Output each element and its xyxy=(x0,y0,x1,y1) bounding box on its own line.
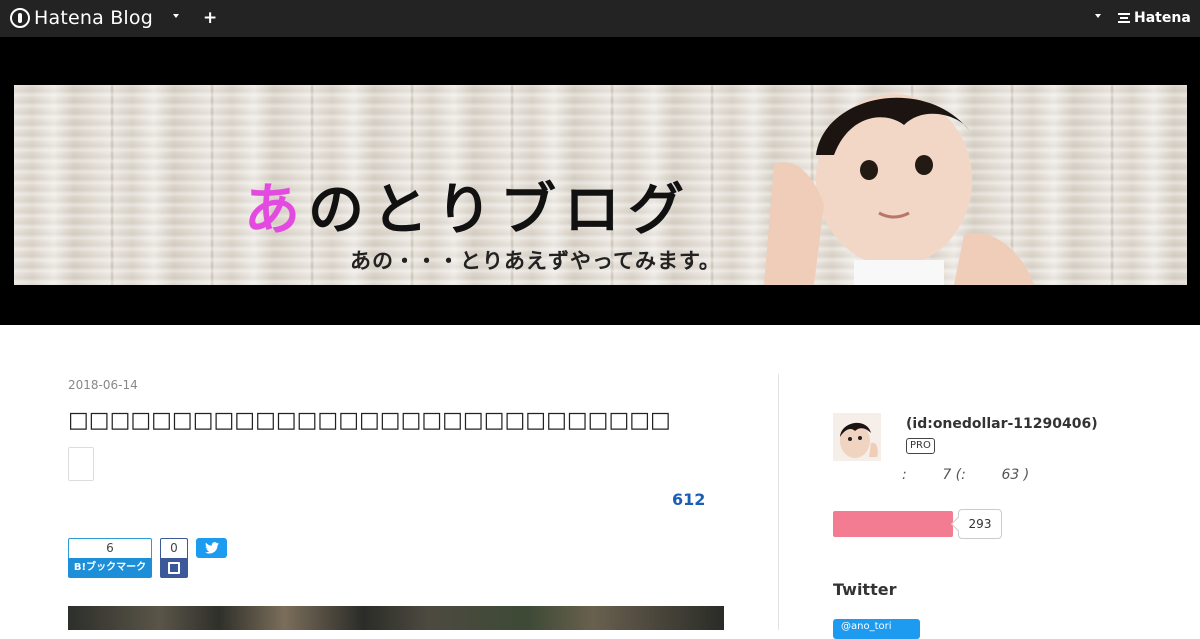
post-photo[interactable] xyxy=(68,606,724,630)
facebook-share-count: 0 xyxy=(160,538,188,558)
column-divider xyxy=(778,374,779,630)
logo-text: Hatena Blog xyxy=(34,7,153,29)
user-id[interactable]: (id:onedollar-11290406) xyxy=(906,416,1098,432)
blog-subtitle: あの・・・とりあえずやってみます。 xyxy=(350,249,721,273)
blog-title: あのとりブログ xyxy=(244,165,692,246)
facebook-icon xyxy=(168,562,180,574)
post-count: 612 xyxy=(672,490,706,509)
twitter-follow-button[interactable]: @ano_tori xyxy=(833,619,920,639)
baby-photo xyxy=(764,94,1034,285)
hatena-bookmark-share[interactable]: 6 B!ブックマーク xyxy=(68,538,152,578)
twitter-icon xyxy=(204,542,219,554)
hatena-brand-label: Hatena xyxy=(1134,10,1191,26)
blog-title-rest: のとりブログ xyxy=(308,178,692,243)
blog-header: あのとりブログ あの・・・とりあえずやってみます。 xyxy=(0,37,1200,325)
category-tag[interactable] xyxy=(68,447,94,481)
post-title[interactable]: □□□□□□□□□□□□□□□□□□□□□□□□□□□□□ xyxy=(68,408,671,433)
subscribe-button[interactable] xyxy=(833,511,953,537)
twitter-follow-label: @ano_tori xyxy=(841,621,892,632)
hatena-brand-link[interactable]: Hatena xyxy=(1118,10,1191,26)
pro-badge: PRO xyxy=(906,438,935,454)
reader-count: 293 xyxy=(958,509,1002,539)
hatena-logo-icon xyxy=(10,8,30,28)
hatena-bookmark-button[interactable]: B!ブックマーク xyxy=(68,558,152,578)
twitter-share-button[interactable] xyxy=(196,538,227,558)
user-menu-chevron-icon[interactable] xyxy=(1095,14,1101,18)
post-date[interactable]: 2018-06-14 xyxy=(68,378,138,392)
twitter-section-heading: Twitter xyxy=(833,580,897,599)
facebook-share[interactable]: 0 xyxy=(160,538,188,578)
blog-stats: : 7 (: 63 ) xyxy=(902,467,1030,483)
add-post-button[interactable]: + xyxy=(203,7,217,29)
hatena-bookmark-count[interactable]: 6 xyxy=(68,538,152,558)
blog-title-accent: あ xyxy=(244,178,308,243)
hatena-blog-logo[interactable]: Hatena Blog xyxy=(10,7,153,29)
facebook-share-button[interactable] xyxy=(160,558,188,578)
blog-banner[interactable]: あのとりブログ あの・・・とりあえずやってみます。 xyxy=(14,85,1187,285)
global-header: Hatena Blog + Hatena xyxy=(0,0,1200,37)
avatar[interactable] xyxy=(833,413,881,461)
hatena-lines-icon xyxy=(1118,13,1130,23)
chevron-down-icon[interactable] xyxy=(173,14,179,18)
